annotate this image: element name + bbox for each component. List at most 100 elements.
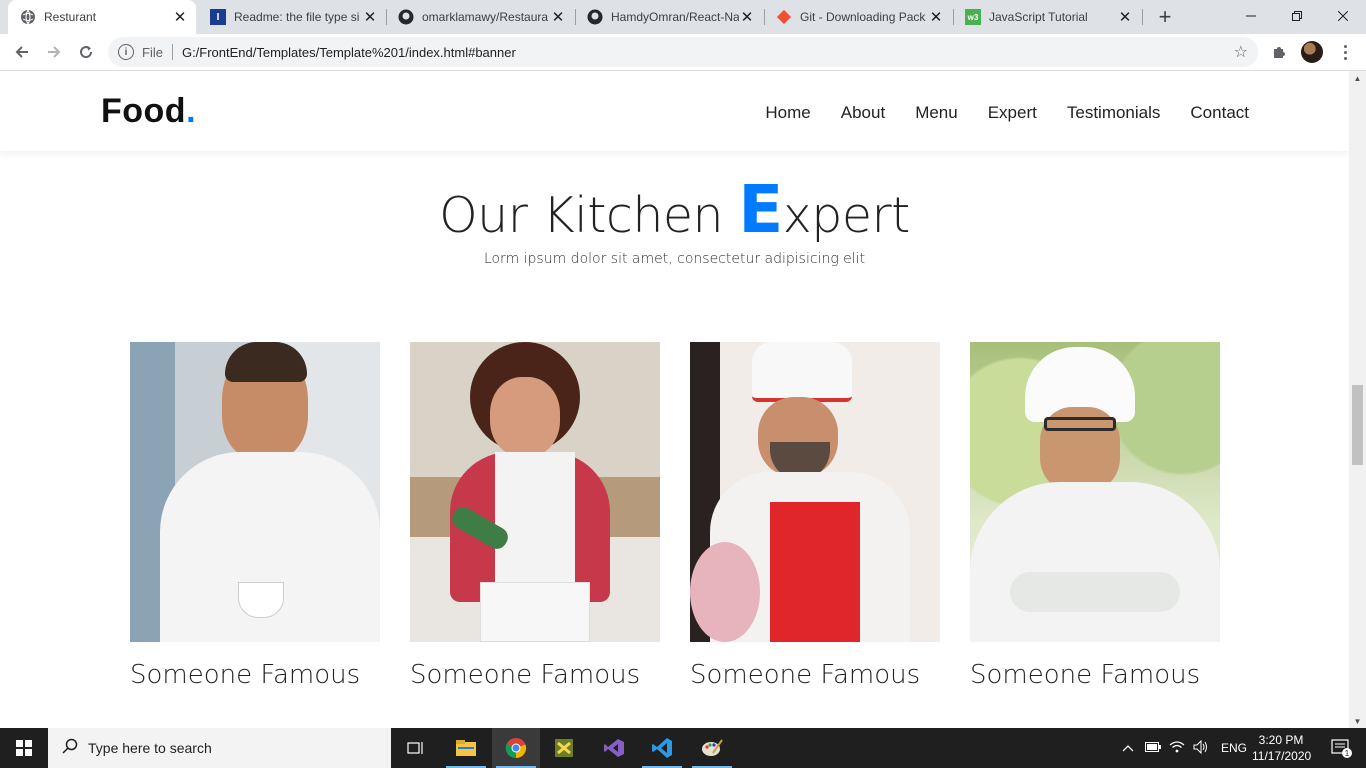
nav-link-expert[interactable]: Expert (988, 103, 1037, 123)
start-button[interactable] (0, 728, 48, 768)
system-tray: ENG (1121, 728, 1247, 768)
chrome-menu-icon[interactable] (1335, 42, 1355, 62)
battery-icon[interactable] (1145, 741, 1161, 755)
tab-readme[interactable]: I Readme: the file type si ✕ (198, 0, 386, 34)
tab-title: HamdyOmran/React-Na (611, 10, 739, 24)
expert-card: Someone Famous (410, 342, 660, 690)
forward-button[interactable] (40, 38, 68, 66)
tab-git-downloading[interactable]: Git - Downloading Pack ✕ (764, 0, 952, 34)
windows-logo-icon (16, 740, 32, 756)
tab-title: omarklamawy/Restaura (422, 10, 549, 24)
profile-avatar[interactable] (1301, 41, 1323, 63)
close-window-button[interactable] (1320, 0, 1366, 32)
taskbar-search[interactable]: Type here to search (48, 728, 391, 768)
file-explorer-icon[interactable] (442, 728, 490, 768)
expert-name: Someone Famous (410, 660, 641, 690)
tab-title: Resturant (44, 10, 97, 24)
expert-name: Someone Famous (970, 660, 1201, 690)
tab-strip: Resturant ✕ I Readme: the file type si ✕… (0, 0, 1366, 34)
title-text-end: xpert (782, 187, 911, 244)
wifi-icon[interactable] (1169, 740, 1185, 757)
w3schools-icon: w3 (965, 9, 981, 25)
scheme-label: File (142, 44, 163, 60)
tab-javascript-tutorial[interactable]: w3 JavaScript Tutorial ✕ (953, 0, 1141, 34)
readme-icon: I (210, 9, 226, 25)
address-bar[interactable]: i File G:/FrontEnd/Templates/Template%20… (108, 37, 1258, 67)
scroll-down-arrow-icon[interactable]: ▼ (1349, 714, 1366, 728)
search-icon (62, 738, 78, 759)
nav-link-contact[interactable]: Contact (1190, 103, 1249, 123)
close-icon[interactable]: ✕ (1117, 9, 1133, 26)
scroll-thumb[interactable] (1352, 385, 1363, 465)
url-text[interactable]: G:/FrontEnd/Templates/Template%201/index… (182, 45, 516, 60)
action-center-icon[interactable]: 1 (1318, 728, 1366, 768)
language-indicator[interactable]: ENG (1221, 741, 1247, 755)
tab-title: JavaScript Tutorial (989, 10, 1088, 24)
visual-studio-icon[interactable] (590, 728, 638, 768)
title-accent-letter: E (738, 171, 783, 248)
tab-github-restaurant[interactable]: omarklamawy/Restaura ✕ (386, 0, 574, 34)
windows-taskbar: Type here to search ENG 3:20 PM 11/17/20… (0, 728, 1366, 768)
reload-button[interactable] (72, 38, 100, 66)
github-icon (587, 9, 603, 25)
info-icon[interactable]: i (118, 44, 134, 60)
site-navbar: Food. Home About Menu Expert Testimonial… (0, 71, 1349, 151)
section-title: Our Kitchen Expert (0, 171, 1349, 248)
close-icon[interactable]: ✕ (739, 9, 755, 26)
expert-name: Someone Famous (130, 660, 361, 690)
restore-button[interactable] (1274, 0, 1320, 32)
nav-link-home[interactable]: Home (765, 103, 810, 123)
site-logo[interactable]: Food. (101, 92, 196, 131)
nav-link-menu[interactable]: Menu (915, 103, 958, 123)
tab-github-react[interactable]: HamdyOmran/React-Na ✕ (575, 0, 763, 34)
baker-decorating-photo (410, 342, 660, 642)
git-icon (776, 9, 792, 25)
site-nav-links: Home About Menu Expert Testimonials Cont… (765, 103, 1249, 123)
close-icon[interactable]: ✕ (172, 9, 188, 26)
github-icon (398, 9, 414, 25)
taskbar-clock[interactable]: 3:20 PM 11/17/2020 (1252, 732, 1312, 764)
bookmark-star-icon[interactable]: ☆ (1234, 42, 1248, 62)
page-viewport: Food. Home About Menu Expert Testimonial… (0, 71, 1349, 728)
close-icon[interactable]: ✕ (928, 9, 944, 26)
vscode-icon[interactable] (638, 728, 686, 768)
nav-link-about[interactable]: About (841, 103, 885, 123)
search-placeholder: Type here to search (88, 740, 212, 756)
tab-separator (1142, 9, 1143, 25)
brand-text: Food (101, 92, 187, 130)
chef-holding-cup-photo (130, 342, 380, 642)
volume-icon[interactable] (1193, 739, 1209, 757)
notification-count: 1 (1345, 749, 1350, 758)
close-icon[interactable]: ✕ (362, 9, 378, 26)
page-scrollbar[interactable]: ▲ ▼ (1349, 71, 1366, 728)
chevron-up-icon[interactable] (1121, 741, 1135, 755)
extensions-puzzle-icon[interactable] (1270, 43, 1288, 61)
nav-link-testimonials[interactable]: Testimonials (1067, 103, 1161, 123)
task-view-icon[interactable] (392, 728, 440, 768)
chrome-icon[interactable] (492, 728, 540, 768)
paint-icon[interactable] (688, 728, 736, 768)
expert-card: Someone Famous (130, 342, 380, 690)
omnibox-separator (171, 44, 173, 60)
scroll-up-arrow-icon[interactable]: ▲ (1349, 71, 1366, 85)
chef-arms-crossed-photo (970, 342, 1220, 642)
minimize-button[interactable] (1228, 0, 1274, 32)
expert-name: Someone Famous (690, 660, 921, 690)
brand-dot: . (186, 92, 197, 130)
back-button[interactable] (8, 38, 36, 66)
expert-card: Someone Famous (690, 342, 940, 690)
title-text-start: Our Kitchen (439, 187, 739, 244)
xd-app-icon[interactable] (540, 728, 588, 768)
section-subtitle: Lorm ipsum dolor sit amet, consectetur a… (483, 251, 866, 267)
new-tab-button[interactable]: + (1153, 4, 1177, 29)
globe-icon (20, 9, 36, 25)
close-icon[interactable]: ✕ (550, 9, 566, 26)
tab-title: Git - Downloading Pack (800, 10, 926, 24)
expert-card: Someone Famous (970, 342, 1220, 690)
tab-title: Readme: the file type si (234, 10, 360, 24)
chef-red-apron-photo (690, 342, 940, 642)
clock-time: 3:20 PM (1258, 733, 1304, 747)
browser-toolbar: i File G:/FrontEnd/Templates/Template%20… (0, 34, 1366, 71)
tab-resturant[interactable]: Resturant ✕ (8, 0, 196, 34)
clock-date: 11/17/2020 (1252, 749, 1312, 763)
